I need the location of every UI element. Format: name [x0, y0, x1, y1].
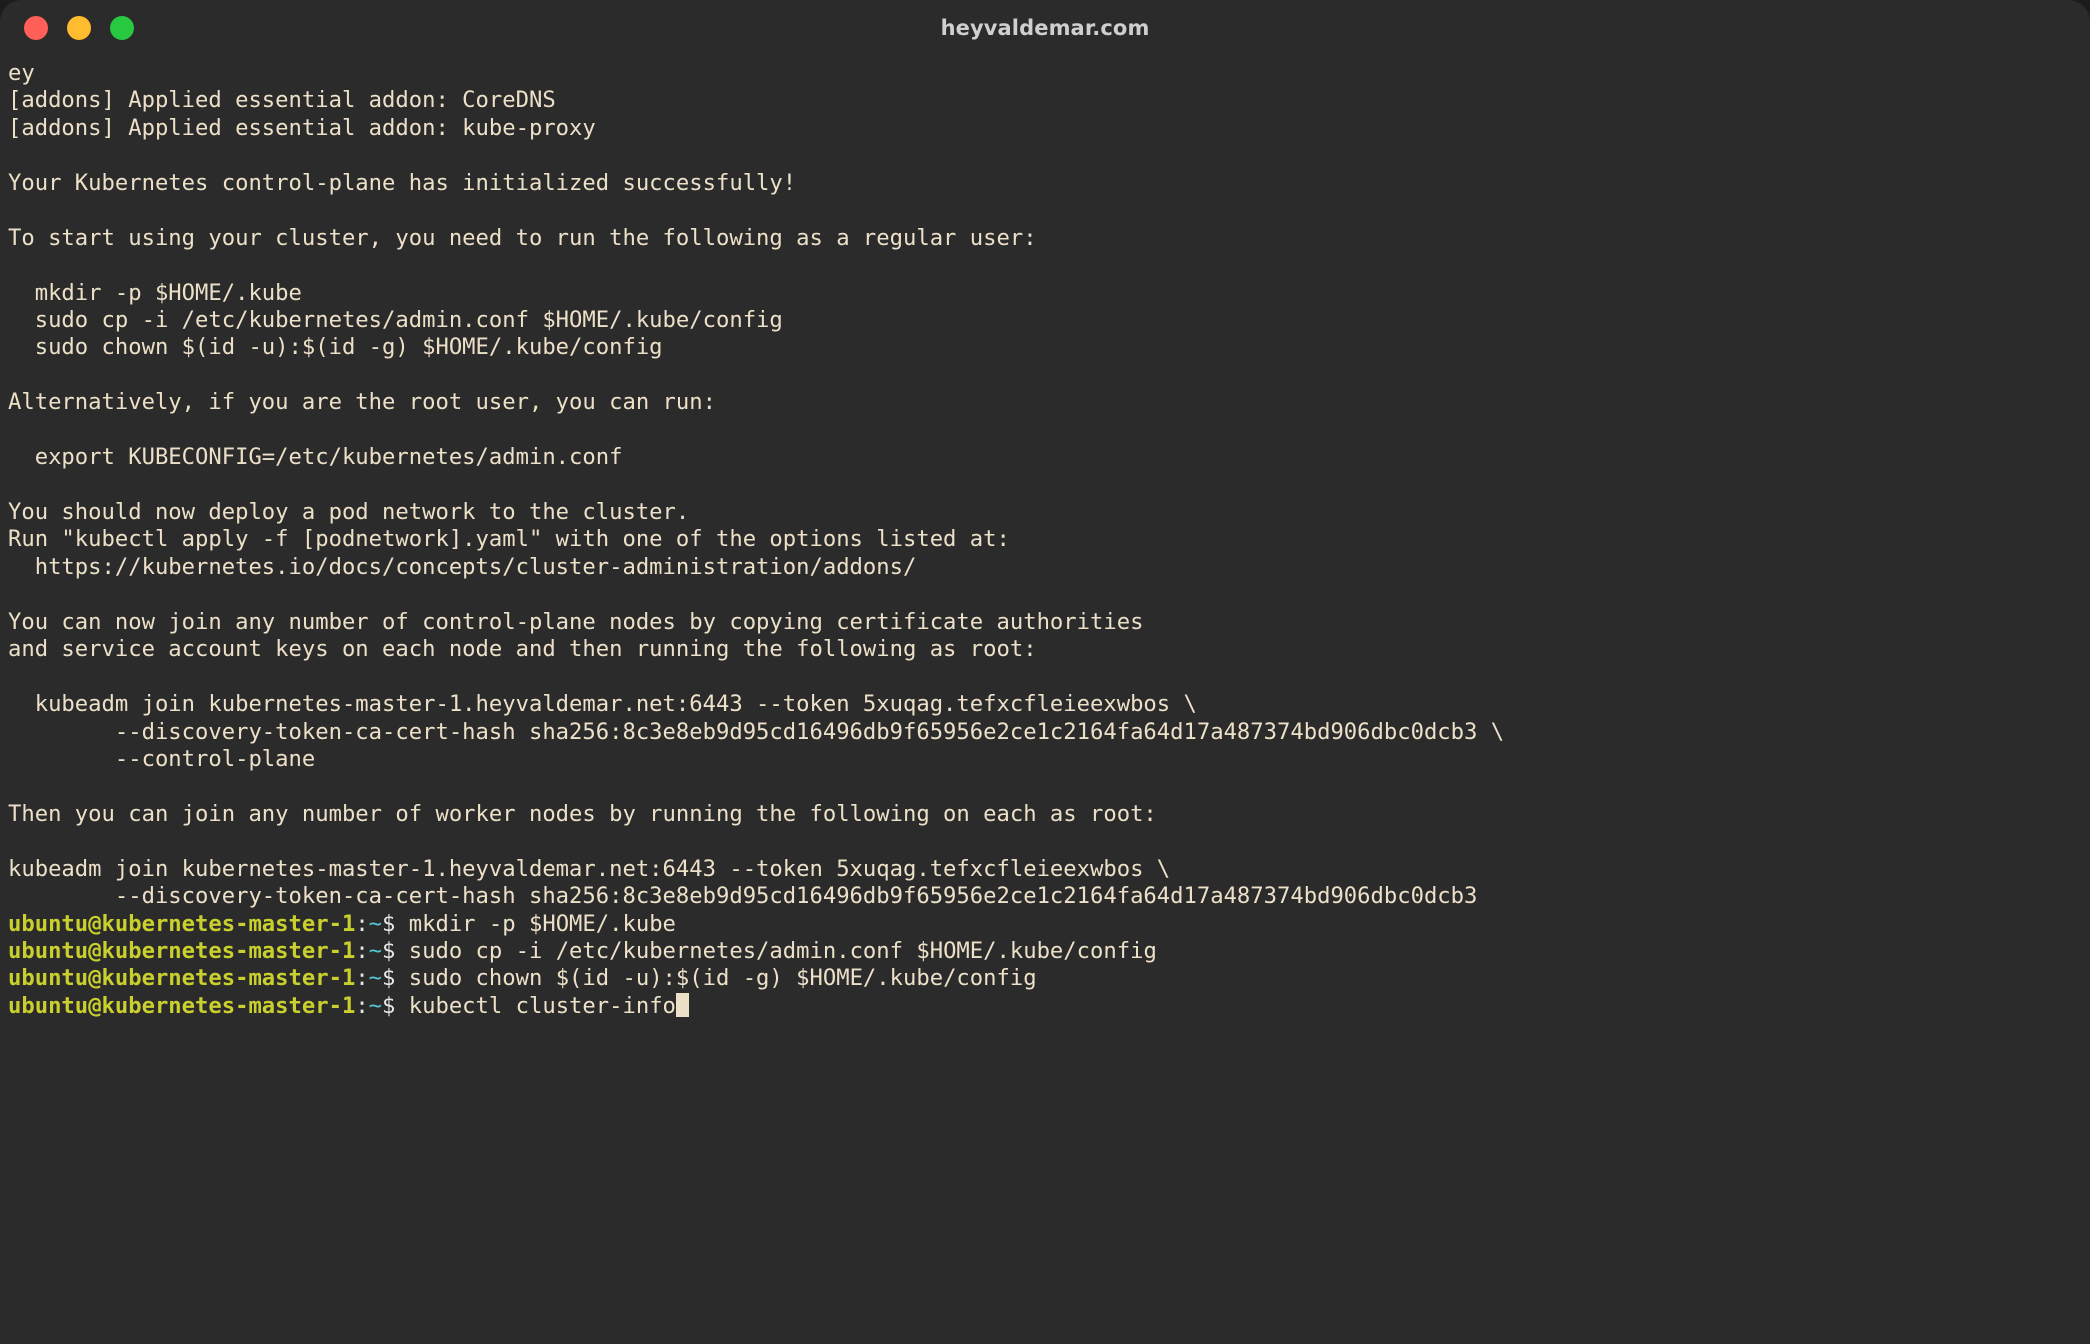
prompt-dollar: $: [382, 992, 409, 1019]
terminal-line: kubeadm join kubernetes-master-1.heyvald…: [8, 855, 1171, 882]
terminal-line: You should now deploy a pod network to t…: [8, 499, 690, 525]
terminal-line: https://kubernetes.io/docs/concepts/clus…: [8, 553, 917, 580]
terminal-line: export KUBECONFIG=/etc/kubernetes/admin.…: [8, 444, 623, 471]
terminal-line: [addons] Applied essential addon: CoreDN…: [8, 87, 556, 114]
prompt-path: ~: [368, 938, 383, 964]
terminal-line: You can now join any number of control-p…: [8, 608, 1144, 635]
terminal-scrollback: ey [addons] Applied essential addon: Core…: [8, 60, 2090, 911]
terminal-output-area[interactable]: ey [addons] Applied essential addon: Core…: [0, 56, 2090, 1344]
close-button[interactable]: [24, 16, 48, 40]
terminal-line: --discovery-token-ca-cert-hash sha256:8c…: [8, 718, 1505, 745]
terminal-line: Your Kubernetes control-plane has initia…: [8, 169, 797, 196]
text-cursor: [675, 992, 690, 1017]
prompt-dollar: $: [382, 965, 409, 992]
window-title: heyvaldemar.com: [940, 16, 1150, 40]
terminal-line: sudo chown $(id -u):$(id -g) $HOME/.kube…: [8, 334, 663, 361]
title-bar[interactable]: heyvaldemar.com: [0, 0, 2090, 56]
prompt-user-host: ubuntu@kubernetes-master-1: [8, 938, 356, 964]
terminal-command-text: kubectl cluster-info: [408, 992, 676, 1019]
terminal-command-text: mkdir -p $HOME/.kube: [408, 910, 676, 937]
prompt-colon: :: [355, 965, 369, 992]
prompt-path: ~: [368, 910, 383, 937]
terminal-line: Then you can join any number of worker n…: [8, 800, 1157, 827]
prompt-user-host: ubuntu@kubernetes-master-1: [8, 992, 356, 1019]
terminal-line: To start using your cluster, you need to…: [8, 224, 1037, 251]
terminal-line: and service account keys on each node an…: [8, 636, 1037, 663]
window-controls: [24, 0, 134, 56]
terminal-line: Run "kubectl apply -f [podnetwork].yaml"…: [8, 526, 1010, 553]
prompt-dollar: $: [382, 910, 409, 937]
terminal-line: mkdir -p $HOME/.kube: [8, 279, 302, 306]
prompt-user-host: ubuntu@kubernetes-master-1: [8, 965, 356, 992]
prompt-path: ~: [368, 965, 383, 992]
terminal-line: --discovery-token-ca-cert-hash sha256:8c…: [8, 883, 1478, 910]
terminal-command-line[interactable]: ubuntu@kubernetes-master-1:~$ kubectl cl…: [8, 992, 2090, 1020]
terminal-command-text: sudo cp -i /etc/kubernetes/admin.conf $H…: [408, 938, 1157, 964]
terminal-line: sudo cp -i /etc/kubernetes/admin.conf $H…: [8, 306, 783, 333]
terminal-window: heyvaldemar.com ey [addons] Applied essen…: [0, 0, 2090, 1344]
maximize-button[interactable]: [110, 16, 134, 40]
terminal-command-text: sudo chown $(id -u):$(id -g) $HOME/.kube…: [408, 965, 1037, 992]
terminal-line: [addons] Applied essential addon: kube-p…: [8, 114, 596, 141]
prompt-colon: :: [355, 992, 369, 1019]
prompt-colon: :: [355, 938, 369, 964]
prompt-user-host: ubuntu@kubernetes-master-1: [8, 910, 356, 937]
terminal-command-line[interactable]: ubuntu@kubernetes-master-1:~$ sudo cp -i…: [8, 938, 2090, 965]
minimize-button[interactable]: [67, 16, 91, 40]
terminal-line: kubeadm join kubernetes-master-1.heyvald…: [8, 691, 1197, 718]
terminal-command-line[interactable]: ubuntu@kubernetes-master-1:~$ sudo chown…: [8, 965, 2090, 992]
terminal-line: --control-plane: [8, 745, 316, 772]
prompt-colon: :: [355, 910, 369, 937]
terminal-command-line[interactable]: ubuntu@kubernetes-master-1:~$ mkdir -p $…: [8, 911, 2090, 938]
terminal-prompt-lines: ubuntu@kubernetes-master-1:~$ mkdir -p $…: [8, 911, 2090, 1021]
prompt-dollar: $: [382, 938, 409, 964]
terminal-line: ey: [8, 60, 35, 86]
terminal-line: Alternatively, if you are the root user,…: [8, 389, 716, 416]
prompt-path: ~: [368, 992, 383, 1019]
